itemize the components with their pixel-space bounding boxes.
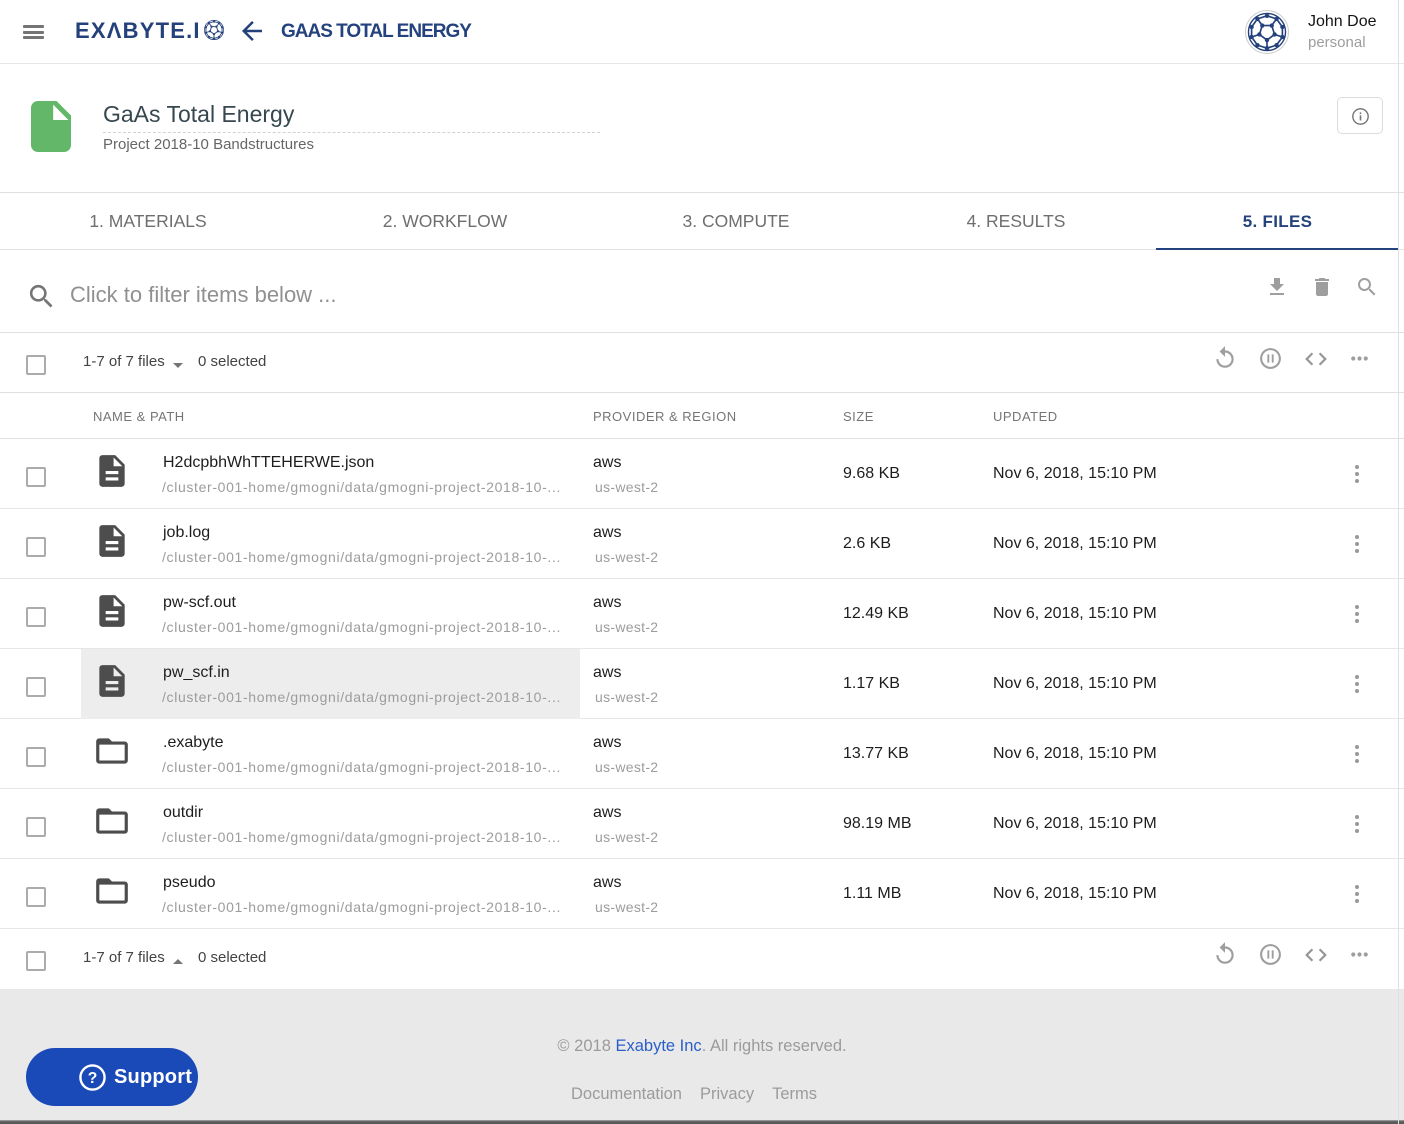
svg-text:?: ? xyxy=(88,1070,98,1087)
